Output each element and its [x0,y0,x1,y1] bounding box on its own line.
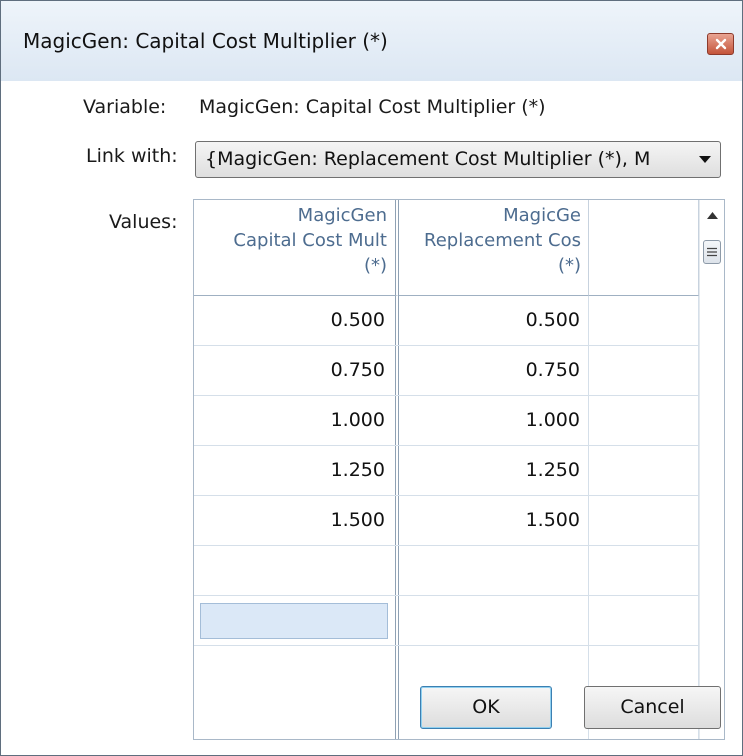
close-button[interactable] [707,33,734,55]
table-cell[interactable]: 1.000 [194,396,399,445]
table-cell[interactable] [589,396,699,445]
link-with-value: {MagicGen: Replacement Cost Multiplier (… [205,148,651,170]
grip-icon [707,247,717,257]
cell-edit-box[interactable] [200,603,388,639]
table-cell[interactable] [589,546,699,595]
table-cell[interactable]: 1.250 [399,446,589,495]
ok-button[interactable]: OK [420,686,552,729]
table-cell[interactable]: 0.500 [399,296,589,345]
dialog-window: MagicGen: Capital Cost Multiplier (*) Va… [0,0,743,756]
table-cell[interactable]: 1.500 [399,496,589,545]
table-cell[interactable]: 0.750 [399,346,589,395]
table-cell[interactable] [589,296,699,345]
column-header-empty [589,200,699,296]
chevron-down-icon [699,156,711,163]
table-row[interactable]: 1.500 1.500 [194,496,699,546]
link-with-dropdown[interactable]: {MagicGen: Replacement Cost Multiplier (… [195,141,721,178]
table-cell [194,646,399,739]
values-grid[interactable]: MagicGen Capital Cost Mult (*) MagicGe R… [193,199,725,740]
table-row-new[interactable] [194,596,699,646]
table-cell[interactable] [589,496,699,545]
table-cell[interactable] [589,346,699,395]
scroll-up-icon[interactable] [707,212,718,219]
scroll-thumb[interactable] [703,240,721,264]
table-cell-new-entry[interactable] [194,596,399,645]
table-cell[interactable]: 0.500 [194,296,399,345]
column-header-capital-cost[interactable]: MagicGen Capital Cost Mult (*) [194,200,399,296]
table-row[interactable]: 0.500 0.500 [194,296,699,346]
column-header-replacement-cost[interactable]: MagicGe Replacement Cos (*) [399,200,589,296]
variable-value: MagicGen: Capital Cost Multiplier (*) [199,96,546,118]
table-cell[interactable] [194,546,399,595]
vertical-scrollbar[interactable] [699,200,724,739]
table-row[interactable]: 1.000 1.000 [194,396,699,446]
variable-label: Variable: [83,96,167,118]
values-label: Values: [109,211,178,233]
table-cell[interactable] [399,596,589,645]
table-cell[interactable] [589,446,699,495]
table-cell[interactable] [399,546,589,595]
table-cell[interactable] [589,596,699,645]
link-with-label: Link with: [86,145,178,167]
table-row[interactable]: 1.250 1.250 [194,446,699,496]
close-icon [715,38,727,50]
table-cell[interactable]: 1.000 [399,396,589,445]
table-cell[interactable]: 1.250 [194,446,399,495]
table-cell[interactable]: 1.500 [194,496,399,545]
cancel-button[interactable]: Cancel [584,686,721,729]
table-row[interactable] [194,546,699,596]
dialog-client-area: Variable: MagicGen: Capital Cost Multipl… [10,82,734,747]
window-title: MagicGen: Capital Cost Multiplier (*) [23,29,388,53]
title-bar[interactable]: MagicGen: Capital Cost Multiplier (*) [1,1,742,81]
table-cell[interactable]: 0.750 [194,346,399,395]
table-row[interactable]: 0.750 0.750 [194,346,699,396]
